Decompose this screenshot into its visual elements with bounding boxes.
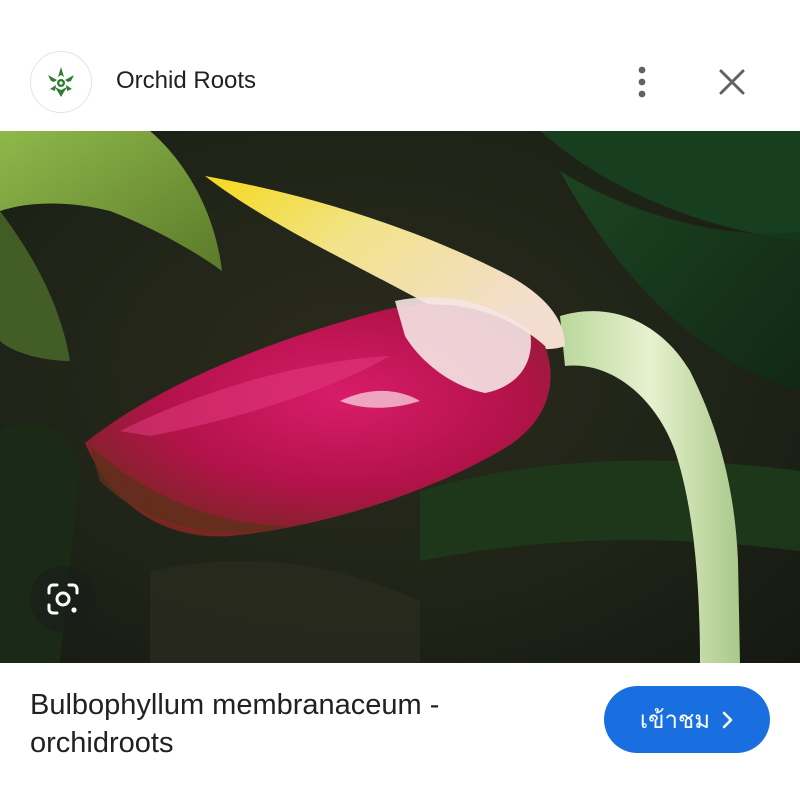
header-bar: Orchid Roots: [0, 0, 800, 131]
result-title[interactable]: Bulbophyllum membranaceum - orchidroots: [30, 686, 550, 762]
visit-button[interactable]: เข้าชม: [604, 686, 770, 753]
site-title[interactable]: Orchid Roots: [116, 64, 256, 98]
close-button[interactable]: [710, 60, 754, 104]
google-lens-icon: [47, 583, 79, 615]
google-lens-button[interactable]: [30, 566, 96, 632]
more-options-button[interactable]: [620, 60, 664, 104]
close-icon: [719, 69, 745, 95]
chevron-right-icon: [722, 711, 733, 728]
more-vert-icon: [638, 66, 646, 98]
orchid-photo[interactable]: [0, 131, 800, 663]
visit-button-label: เข้าชม: [639, 707, 711, 734]
site-logo[interactable]: [30, 51, 92, 113]
orchid-roots-logo-icon: [48, 67, 74, 97]
orchid-flower-image: [0, 131, 800, 663]
